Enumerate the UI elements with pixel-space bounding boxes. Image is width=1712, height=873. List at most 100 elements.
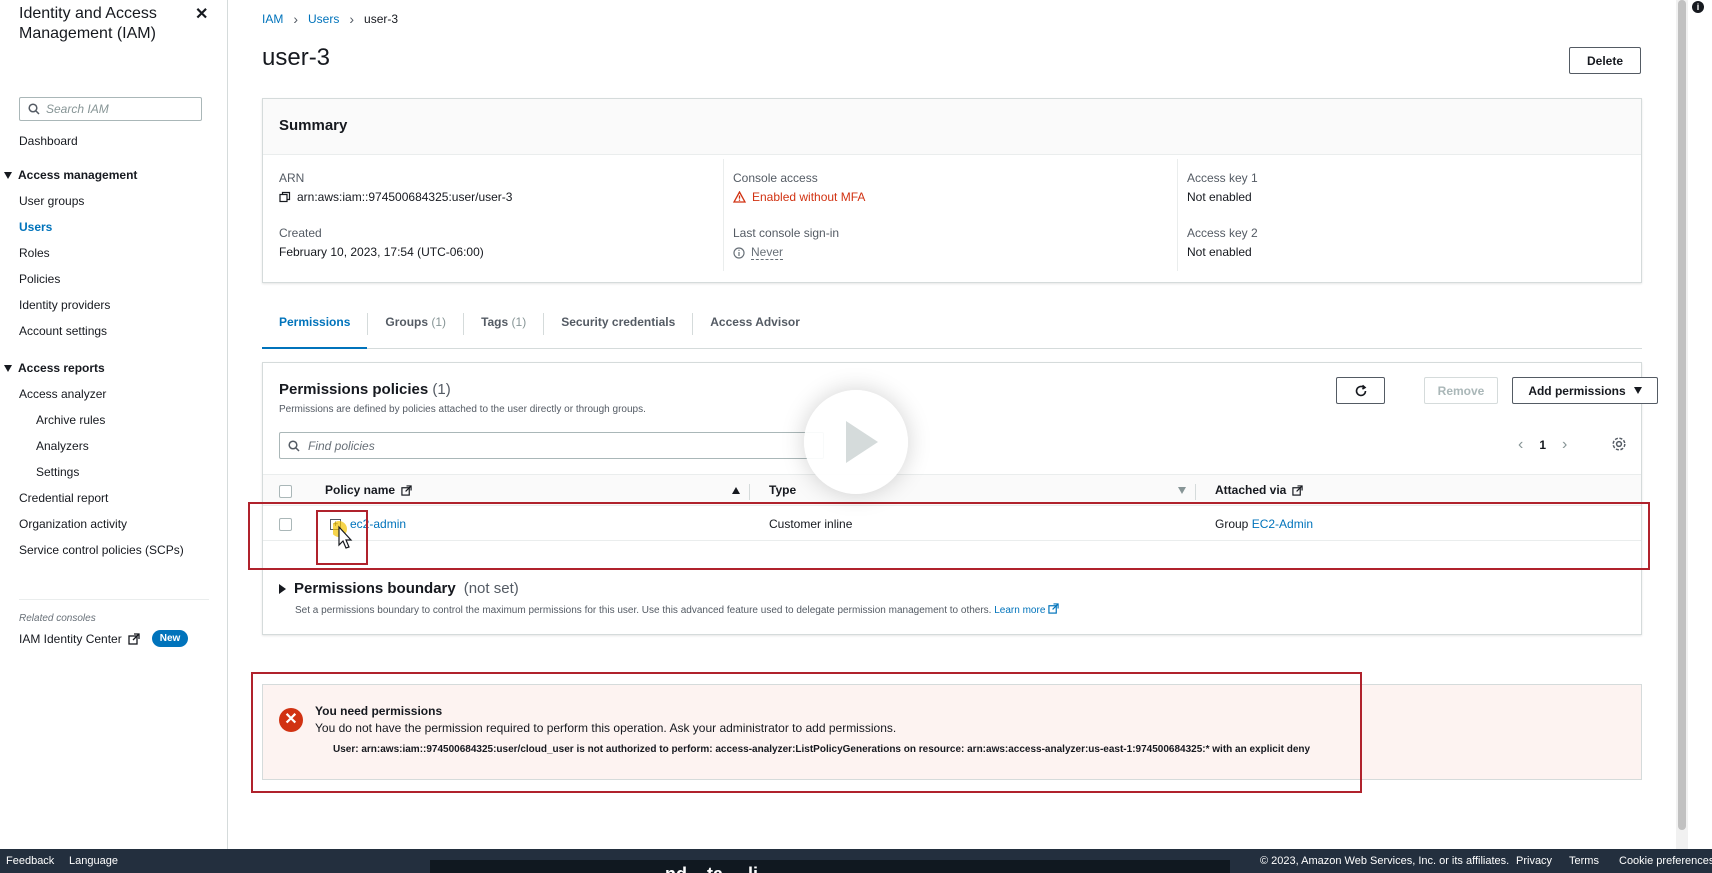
external-link-icon — [1292, 484, 1304, 496]
terms-link[interactable]: Terms — [1569, 855, 1599, 867]
sidebar-search[interactable] — [19, 97, 202, 121]
sidebar-item-organization-activity[interactable]: Organization activity — [19, 517, 127, 531]
caret-down-icon — [1633, 387, 1642, 394]
privacy-link[interactable]: Privacy — [1516, 855, 1552, 867]
info-icon[interactable]: i — [1692, 1, 1704, 13]
next-page-icon[interactable]: › — [1562, 436, 1567, 454]
breadcrumb-current: user-3 — [364, 12, 399, 26]
error-alert: ✕ You need permissions You do not have t… — [262, 684, 1642, 780]
sort-icon[interactable] — [1178, 487, 1186, 494]
sidebar-section-access-reports[interactable]: Access reports — [4, 361, 105, 375]
sidebar-section-access-management[interactable]: Access management — [4, 168, 137, 182]
settings-gear-icon[interactable] — [1611, 436, 1627, 452]
select-all-checkbox[interactable] — [279, 485, 292, 498]
refresh-button[interactable] — [1336, 377, 1385, 404]
identity-center-label: IAM Identity Center — [19, 631, 122, 646]
copy-icon[interactable] — [279, 191, 291, 203]
pagination: ‹ 1 › — [1518, 436, 1567, 454]
caret-right-icon — [279, 583, 286, 594]
search-icon — [28, 103, 40, 115]
prev-page-icon[interactable]: ‹ — [1518, 436, 1523, 454]
column-policy-name[interactable]: Policy name — [325, 483, 412, 497]
sidebar-item-access-analyzer[interactable]: Access analyzer — [19, 387, 106, 401]
column-attached-via[interactable]: Attached via — [1215, 483, 1304, 497]
feedback-link[interactable]: Feedback — [6, 855, 54, 867]
cookie-preferences-link[interactable]: Cookie preferences — [1619, 855, 1712, 867]
table-row[interactable]: + ec2-admin Customer inline Group EC2-Ad… — [263, 507, 1641, 549]
divider — [1195, 484, 1196, 500]
video-caption: ...nd ...ta ... li... ... — [650, 864, 793, 873]
video-caption-bar: ...nd ...ta ... li... ... — [430, 860, 1230, 873]
sort-ascending-icon[interactable] — [732, 487, 740, 494]
search-icon — [288, 439, 300, 452]
attached-via-group-link[interactable]: EC2-Admin — [1252, 517, 1313, 531]
sidebar-item-archive-rules[interactable]: Archive rules — [36, 413, 105, 427]
sidebar-search-input[interactable] — [46, 102, 191, 116]
policy-name-link[interactable]: ec2-admin — [350, 517, 406, 531]
tab-access-advisor[interactable]: Access Advisor — [693, 305, 817, 349]
sidebar-item-policies[interactable]: Policies — [19, 272, 60, 286]
created-value: February 10, 2023, 17:54 (UTC-06:00) — [279, 245, 484, 259]
sidebar-title: Identity and Access Management (IAM) — [19, 5, 157, 42]
new-badge: New — [151, 630, 189, 647]
divider — [19, 599, 209, 600]
language-link[interactable]: Language — [69, 855, 118, 867]
breadcrumb-users[interactable]: Users — [308, 12, 339, 26]
delete-button[interactable]: Delete — [1569, 47, 1641, 74]
sidebar: Identity and Access Management (IAM) ✕ D… — [0, 0, 228, 849]
last-signin-text[interactable]: Never — [751, 245, 784, 260]
column-type[interactable]: Type — [769, 483, 796, 497]
tab-bar: Permissions Groups (1) Tags (1) Security… — [262, 305, 1642, 349]
attached-via: Group EC2-Admin — [1215, 517, 1313, 531]
arn-label: ARN — [279, 171, 305, 185]
tab-label: Groups — [385, 315, 429, 329]
tab-groups[interactable]: Groups (1) — [368, 305, 463, 349]
tab-count: (1) — [431, 315, 447, 329]
info-icon — [733, 246, 745, 259]
current-page[interactable]: 1 — [1539, 438, 1546, 452]
play-icon — [846, 421, 878, 463]
console-access-text: Enabled without MFA — [752, 190, 866, 204]
permissions-boundary-toggle[interactable]: Permissions boundary (not set) — [279, 580, 519, 597]
play-button[interactable] — [804, 390, 908, 494]
policy-filter[interactable] — [279, 432, 824, 459]
sidebar-item-identity-providers[interactable]: Identity providers — [19, 298, 110, 312]
find-policies-input[interactable] — [308, 438, 788, 453]
sidebar-item-users[interactable]: Users — [19, 220, 52, 234]
remove-button[interactable]: Remove — [1424, 377, 1498, 404]
sidebar-item-settings[interactable]: Settings — [36, 465, 79, 479]
sidebar-item-dashboard[interactable]: Dashboard — [19, 134, 78, 148]
page-title: user-3 — [262, 44, 331, 71]
tab-tags[interactable]: Tags (1) — [464, 305, 543, 349]
add-permissions-label: Add permissions — [1528, 383, 1626, 398]
summary-col-3: Access key 1 Not enabled Access key 2 No… — [1187, 171, 1258, 259]
summary-col-2: Console access Enabled without MFA Last … — [733, 171, 865, 260]
sidebar-item-account-settings[interactable]: Account settings — [19, 324, 107, 338]
table-header: Policy name Type Attached via — [263, 474, 1641, 506]
caret-down-icon — [4, 171, 12, 179]
last-signin-value: Never — [733, 245, 865, 260]
identity-center-link[interactable]: IAM Identity Center New — [19, 630, 189, 647]
summary-panel: Summary ARN arn:aws:iam::974500684325:us… — [262, 98, 1642, 283]
divider — [1177, 159, 1178, 271]
close-icon[interactable]: ✕ — [195, 4, 208, 24]
row-checkbox[interactable] — [279, 518, 292, 531]
tab-permissions[interactable]: Permissions — [262, 305, 368, 349]
sidebar-item-user-groups[interactable]: User groups — [19, 194, 84, 208]
permissions-title-text: Permissions policies — [279, 381, 429, 398]
add-permissions-button[interactable]: Add permissions — [1512, 377, 1658, 404]
cursor-icon — [333, 521, 353, 549]
sidebar-item-credential-report[interactable]: Credential report — [19, 491, 108, 505]
sidebar-item-analyzers[interactable]: Analyzers — [36, 439, 89, 453]
tab-security-credentials[interactable]: Security credentials — [544, 305, 692, 349]
copyright: © 2023, Amazon Web Services, Inc. or its… — [1260, 855, 1510, 867]
external-link-icon — [401, 484, 412, 496]
sidebar-item-scps[interactable]: Service control policies (SCPs) — [19, 543, 184, 557]
breadcrumb-iam[interactable]: IAM — [262, 12, 283, 26]
divider — [749, 484, 750, 500]
sidebar-item-roles[interactable]: Roles — [19, 246, 50, 260]
tab-label: Tags — [481, 315, 509, 329]
scrollbar-thumb[interactable] — [1678, 0, 1686, 830]
last-signin-label: Last console sign-in — [733, 226, 840, 240]
learn-more-link[interactable]: Learn more — [994, 605, 1045, 616]
